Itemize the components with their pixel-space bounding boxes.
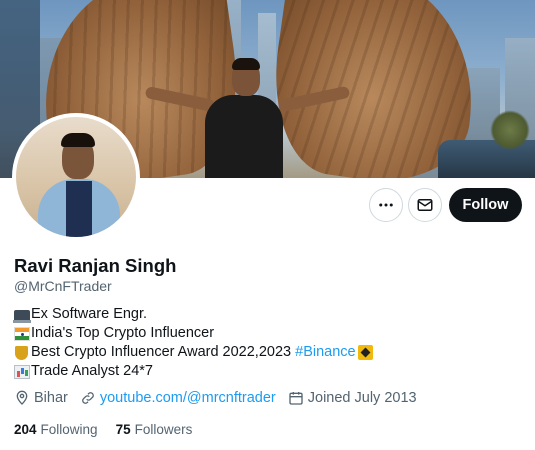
- bio-line: Best Crypto Influencer Award 2022,2023 #…: [14, 343, 374, 362]
- profile-handle: @MrCnFTrader: [14, 278, 112, 294]
- india-flag-icon: [14, 326, 30, 341]
- laptop-icon: [13, 310, 31, 323]
- hashtag-link[interactable]: #Binance: [295, 343, 355, 362]
- more-icon: [379, 203, 393, 207]
- message-button[interactable]: [408, 188, 442, 222]
- binance-icon: [357, 345, 373, 360]
- mail-icon: [417, 199, 433, 211]
- profile-avatar[interactable]: [12, 113, 140, 241]
- following-link[interactable]: 204 Following: [14, 422, 98, 437]
- bio-line: Ex Software Engr.: [13, 305, 374, 324]
- bar-chart-icon: [14, 364, 30, 379]
- trophy-icon: [15, 345, 28, 360]
- location-pin-icon: [16, 390, 28, 405]
- location: Bihar: [14, 390, 68, 406]
- calendar-icon: [289, 392, 303, 405]
- profile-bio: Ex Software Engr. India's Top Crypto Inf…: [13, 305, 374, 381]
- join-date: Joined July 2013: [288, 390, 417, 406]
- more-button[interactable]: [369, 188, 403, 222]
- profile-stats: 204 Following 75 Followers: [14, 422, 210, 437]
- website-link[interactable]: youtube.com/@mrcnftrader: [100, 390, 276, 406]
- bio-line: India's Top Crypto Influencer: [14, 324, 374, 343]
- bio-line: Trade Analyst 24*7: [14, 362, 374, 381]
- link-icon: [81, 392, 94, 404]
- profile-meta: Bihar youtube.com/@mrcnftrader Joined Ju…: [14, 390, 429, 406]
- follow-button[interactable]: Follow: [449, 188, 522, 222]
- website: youtube.com/@mrcnftrader: [80, 390, 276, 406]
- followers-link[interactable]: 75 Followers: [116, 422, 193, 437]
- profile-name: Ravi Ranjan Singh: [14, 255, 177, 276]
